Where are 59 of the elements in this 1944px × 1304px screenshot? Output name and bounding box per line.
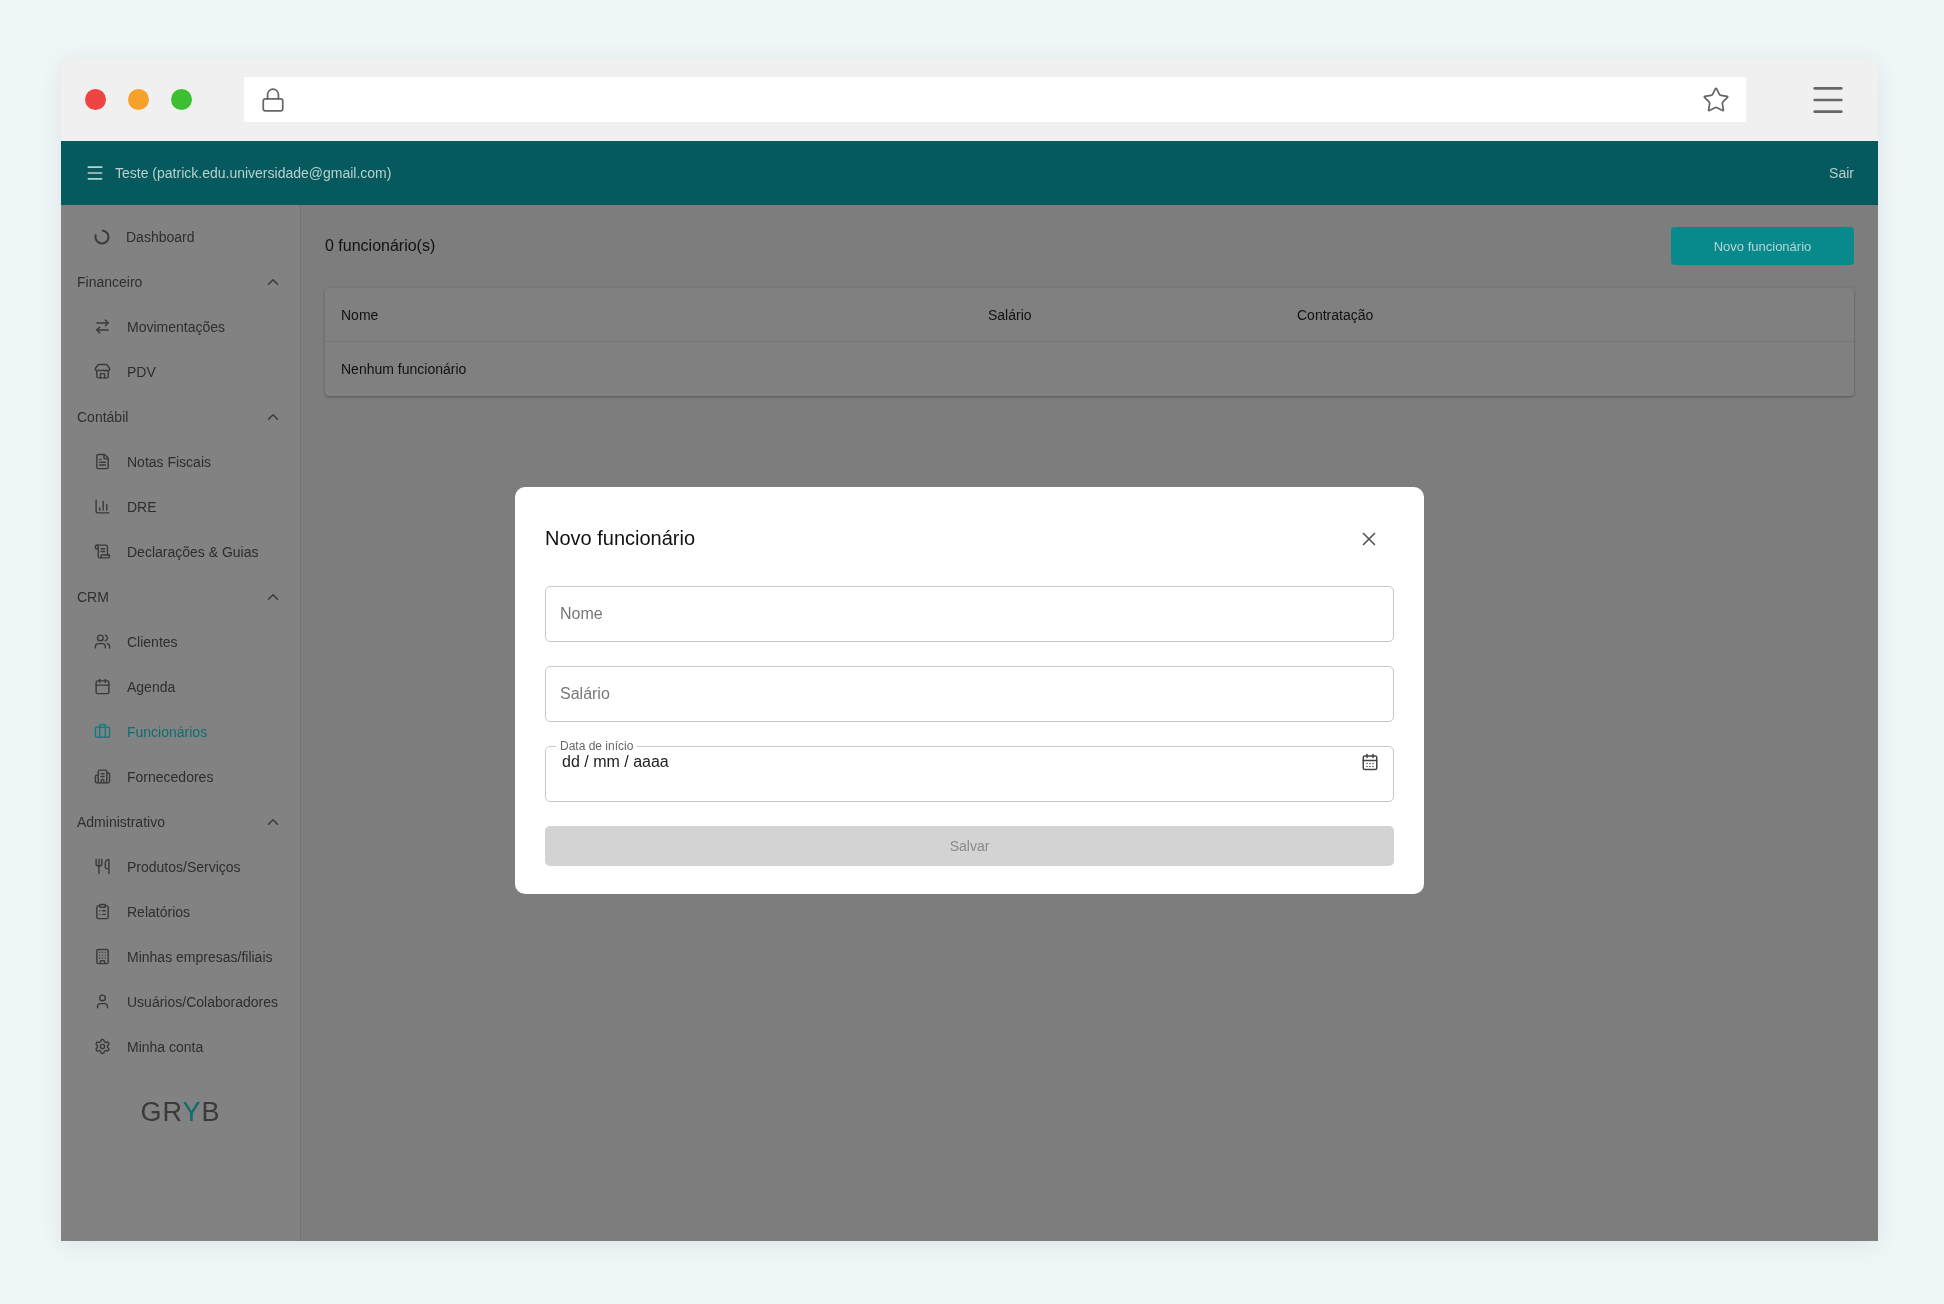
date-field[interactable]: Data de início dd / mm / aaaa	[545, 739, 1394, 802]
input-field[interactable]: Nome	[545, 586, 1394, 642]
user-label: Teste (patrick.edu.universidade@gmail.com)	[115, 165, 392, 181]
sidebar-item[interactable]: Minhas empresas/filiais	[61, 934, 300, 979]
food-icon	[94, 858, 111, 875]
minimize-window-button[interactable]	[128, 89, 149, 110]
sidebar-item[interactable]: Agenda	[61, 664, 300, 709]
arrows-icon	[94, 318, 111, 335]
lock-icon	[260, 86, 286, 113]
sidebar-item[interactable]: Relatórios	[61, 889, 300, 934]
calendar-icon[interactable]	[1361, 753, 1379, 771]
column-header: Salário	[988, 306, 1033, 323]
store-icon	[94, 363, 111, 380]
dialog-title: Novo funcionário	[545, 527, 696, 550]
building-icon	[94, 948, 111, 965]
section-header[interactable]: Financeiro	[61, 259, 300, 304]
sidebar-item[interactable]: Produtos/Serviços	[61, 844, 300, 889]
people-icon	[94, 633, 111, 650]
sidebar-item[interactable]: Fornecedores	[61, 754, 300, 799]
date-value: dd / mm / aaaa	[561, 753, 670, 771]
clipboard-icon	[94, 903, 111, 920]
maximize-window-button[interactable]	[171, 89, 192, 110]
section-header[interactable]: Contábil	[61, 394, 300, 439]
sidebar-item[interactable]: Declarações & Guias	[61, 529, 300, 574]
empty-message: Nenhum funcionário	[341, 361, 467, 377]
column-header: Nome	[341, 306, 380, 323]
input-field[interactable]: Salário	[545, 666, 1394, 722]
dashboard-icon	[94, 228, 110, 245]
sidebar-item[interactable]: Notas Fiscais	[61, 439, 300, 484]
sidebar-item[interactable]: PDV	[61, 349, 300, 394]
settings-icon	[94, 1038, 111, 1055]
logo: GRYB	[140, 1097, 221, 1128]
sidebar-item[interactable]: DRE	[61, 484, 300, 529]
close-window-button[interactable]	[85, 89, 106, 110]
section-title: Financeiro	[77, 273, 143, 290]
employee-count: 0 funcionário(s)	[325, 237, 436, 255]
menu-icon[interactable]	[85, 163, 105, 183]
section-title: Administrativo	[77, 813, 165, 830]
sidebar-item[interactable]: Dashboard	[61, 214, 300, 259]
person-icon	[94, 993, 111, 1010]
star-icon[interactable]	[1702, 85, 1730, 114]
calendar-icon	[94, 678, 111, 695]
logout-link[interactable]: Sair	[1829, 165, 1854, 181]
section-header[interactable]: CRM	[61, 574, 300, 619]
section-title: Contábil	[77, 408, 129, 425]
receipt-icon	[94, 543, 111, 560]
section-title: CRM	[77, 588, 109, 605]
sidebar-item[interactable]: Clientes	[61, 619, 300, 664]
building-icon	[94, 768, 111, 785]
briefcase-icon	[94, 723, 111, 740]
field-label: Data de início	[559, 739, 635, 753]
column-header: Contratação	[1297, 306, 1375, 323]
sidebar-item[interactable]: Usuários/Colaboradores	[61, 979, 300, 1024]
section-header[interactable]: Administrativo	[61, 799, 300, 844]
chart-icon	[94, 498, 111, 515]
document-icon	[94, 453, 111, 470]
sidebar-item[interactable]: Minha conta	[61, 1024, 300, 1069]
new-employee-button[interactable]: Novo funcionário	[1671, 227, 1854, 265]
sidebar-item[interactable]: Movimentações	[61, 304, 300, 349]
